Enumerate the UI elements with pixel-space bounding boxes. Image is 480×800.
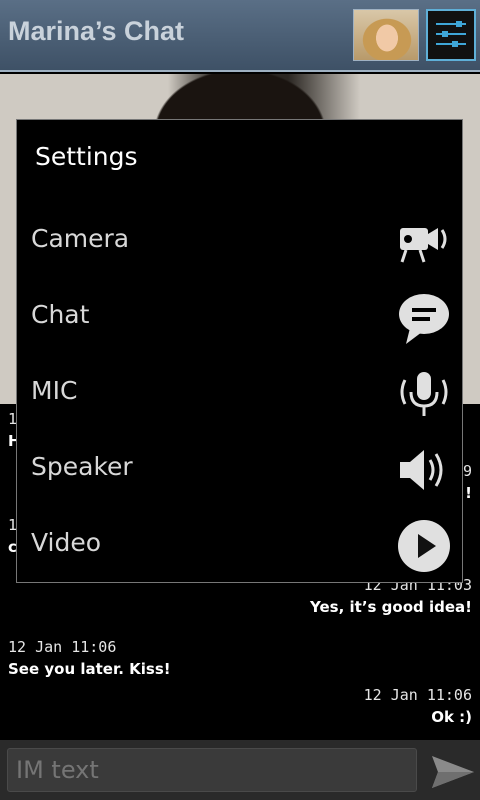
play-icon [398,520,450,572]
input-bar [0,740,480,800]
microphone-icon [400,372,448,416]
chat-bubble-icon [399,294,449,344]
message-text: See you later. Kiss! [8,660,171,678]
header-bar: Marina’s Chat [0,0,480,72]
chat-title: Marina’s Chat [8,16,185,46]
settings-dialog: Settings Camera Chat MIC Speaker Video [16,119,463,583]
message-item: 12 Jan 11:06 See you later. Kiss! [8,638,171,678]
menu-item-speaker[interactable]: Speaker [17,432,462,508]
avatar[interactable] [353,9,419,61]
menu-item-camera[interactable]: Camera [17,204,462,280]
message-text: ! [465,484,472,502]
im-text-input[interactable] [7,748,417,792]
menu-item-label: Speaker [31,452,133,481]
menu-item-label: Camera [31,224,130,253]
dialog-title: Settings [35,142,138,171]
menu-item-mic[interactable]: MIC [17,356,462,432]
menu-item-chat[interactable]: Chat [17,280,462,356]
message-text: Ok :) [431,708,472,726]
message-time: 12 Jan 11:06 [8,638,117,656]
message-item: 9 ! [463,462,472,502]
settings-button[interactable] [426,9,476,61]
send-icon[interactable] [430,752,476,792]
message-time: 12 Jan 11:06 [363,686,472,704]
menu-item-video[interactable]: Video [17,508,462,584]
speaker-icon [400,450,443,490]
message-text: Yes, it’s good idea! [310,598,472,616]
message-time: 9 [462,462,472,480]
video-camera-icon [400,228,447,263]
menu-item-label: MIC [31,376,78,405]
message-item: 12 Jan 11:06 Ok :) [364,686,472,726]
menu-item-label: Chat [31,300,90,329]
menu-item-label: Video [31,528,102,557]
